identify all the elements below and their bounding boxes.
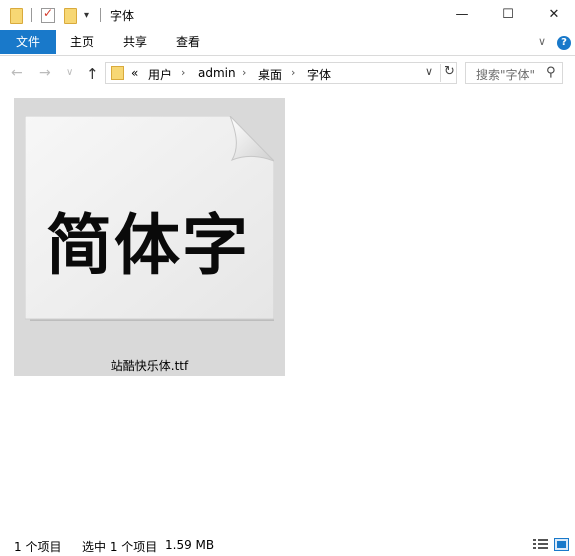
ribbon-tabs: 文件 主页 共享 查看 ∨ ? [0,30,575,56]
customize-dropdown-icon[interactable]: ▾ [84,6,89,24]
back-arrow-icon[interactable]: ← [11,65,23,81]
file-name[interactable]: 站酷快乐体.ttf [14,357,285,374]
item-count: 1 个项目 [14,540,62,554]
breadcrumb-desktop[interactable]: 桌面 [258,66,282,83]
window-title: 字体 [110,9,135,23]
breadcrumb-separator[interactable]: › [181,66,185,79]
navigation-bar: ← → ∨ ↑ « 用户 › admin › 桌面 › 字体 ∨ ↻ 搜索"字体… [0,57,575,90]
details-view-icon[interactable] [533,538,548,551]
new-folder-icon[interactable] [63,6,77,24]
breadcrumb-separator[interactable]: › [291,66,295,79]
recent-locations-icon[interactable]: ∨ [66,67,73,78]
breadcrumb-admin[interactable]: admin [198,66,236,80]
search-placeholder: 搜索"字体" [476,68,536,82]
title-bar: ▾ 字体 — ☐ ✕ [0,0,575,30]
file-item[interactable]: 简体字 站酷快乐体.ttf [14,98,285,376]
breadcrumb-fonts[interactable]: 字体 [307,66,331,83]
title-divider [100,8,101,22]
status-bar: 1 个项目 选中 1 个项目 1.59 MB [0,534,575,556]
close-button[interactable]: ✕ [531,0,575,30]
properties-icon[interactable] [41,6,55,24]
help-icon[interactable]: ? [557,36,571,50]
tab-view[interactable]: 查看 [176,30,200,54]
selection-count: 选中 1 个项目 [82,540,158,554]
tab-share[interactable]: 共享 [123,30,147,54]
folder-icon [111,66,124,80]
tab-file[interactable]: 文件 [0,30,56,54]
maximize-button[interactable]: ☐ [485,0,531,30]
breadcrumb-overflow[interactable]: « [131,66,138,80]
tab-home[interactable]: 主页 [70,30,94,54]
breadcrumb-separator[interactable]: › [242,66,246,79]
search-icon[interactable]: ⚲ [546,65,556,80]
font-file-thumbnail: 简体字 [25,116,274,321]
minimize-button[interactable]: — [439,0,485,30]
address-dropdown-icon[interactable]: ∨ [425,65,433,78]
toolbar-divider [31,8,32,22]
folder-icon [9,6,23,24]
forward-arrow-icon[interactable]: → [39,65,51,81]
expand-ribbon-icon[interactable]: ∨ [538,35,546,48]
refresh-icon[interactable]: ↻ [440,64,455,82]
file-list[interactable]: 简体字 站酷快乐体.ttf [0,90,575,528]
breadcrumb-users[interactable]: 用户 [148,66,172,83]
search-input[interactable]: 搜索"字体" ⚲ [465,62,563,84]
address-bar[interactable]: « 用户 › admin › 桌面 › 字体 ∨ ↻ [105,62,457,84]
up-arrow-icon[interactable]: ↑ [86,65,99,83]
font-preview-text: 简体字 [46,207,250,284]
selection-size: 1.59 MB [165,538,215,552]
large-icons-view-icon[interactable] [554,538,569,551]
